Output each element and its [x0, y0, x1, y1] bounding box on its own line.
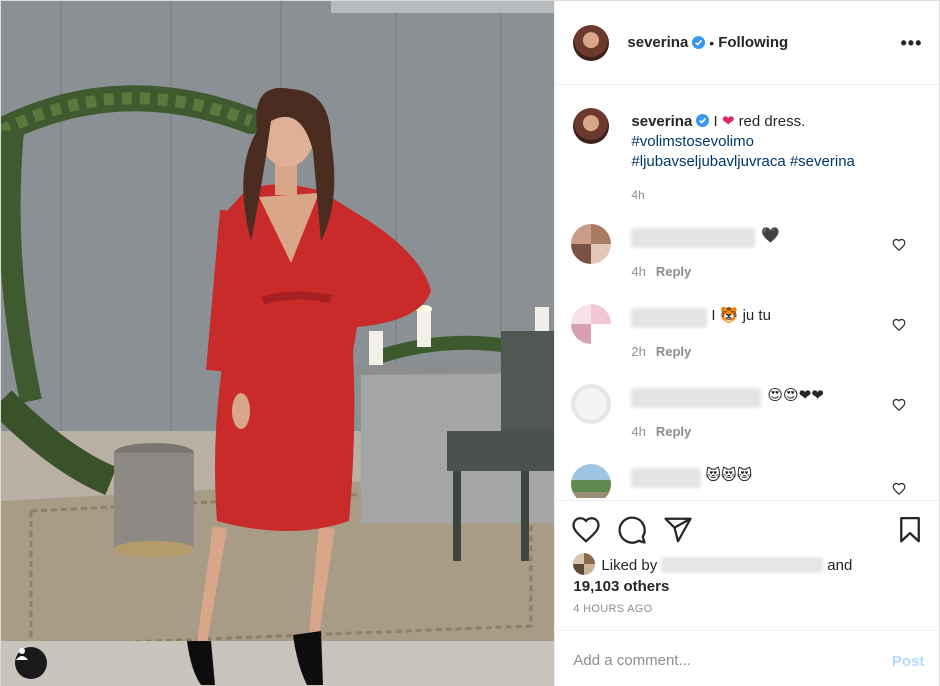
reply-button[interactable]: Reply [656, 264, 691, 279]
red-heart-emoji: ❤ [721, 113, 735, 130]
hashtag-link[interactable]: #ljubavseljubavljuvraca [631, 153, 785, 170]
comment-item: I 🐯 ju tu 2h Reply [555, 304, 940, 364]
comment-time[interactable]: 2h [631, 344, 645, 359]
blurred-liker-name[interactable] [661, 557, 824, 573]
reply-button[interactable]: Reply [656, 344, 691, 359]
likes-count[interactable]: 19,103 others [573, 578, 669, 595]
caption-author-avatar[interactable] [573, 108, 610, 144]
add-comment-bar: Post [555, 630, 940, 686]
liker-avatar[interactable] [573, 553, 596, 575]
comment-like-icon[interactable] [892, 398, 906, 412]
comment-like-icon[interactable] [892, 318, 906, 332]
commenter-avatar[interactable] [571, 384, 612, 424]
commenter-avatar[interactable] [571, 304, 612, 344]
comment-meta: 2h Reply [631, 344, 691, 359]
blurred-username[interactable] [631, 388, 762, 408]
caption-text: severina I ❤ red dress. #volimstosevolim… [631, 112, 921, 172]
comment-item: 😻😻😻 [555, 464, 940, 498]
hashtag-link[interactable]: #severina [790, 153, 855, 170]
paper-plane-icon[interactable] [663, 515, 693, 545]
commenter-avatar[interactable] [571, 464, 612, 498]
heart-outline-icon[interactable] [571, 515, 601, 545]
photo-illustration [1, 1, 555, 686]
caption-text-end: red dress. [738, 113, 806, 130]
post-photo[interactable] [1, 1, 555, 686]
more-options-icon[interactable]: ••• [901, 33, 923, 54]
verified-badge-icon [696, 114, 710, 127]
comment-text: I 🐯 ju tu [711, 307, 771, 324]
comment-meta: 4h Reply [631, 264, 691, 279]
commenter-avatar[interactable] [571, 224, 612, 264]
user-icon [16, 648, 28, 660]
instagram-post-modal: severina • Following ••• severina I ❤ re… [0, 0, 940, 686]
comment-meta: 4h Reply [631, 424, 691, 439]
liked-by: Liked by and 19,103 others [573, 553, 893, 597]
bookmark-icon[interactable] [895, 515, 925, 545]
comment-time[interactable]: 4h [631, 424, 645, 439]
follow-separator: • [709, 34, 715, 51]
blurred-username[interactable] [631, 228, 756, 248]
comments-list[interactable]: severina I ❤ red dress. #volimstosevolim… [555, 86, 940, 498]
author-avatar[interactable] [573, 24, 610, 61]
comment-text: 🖤 [761, 227, 781, 244]
following-button[interactable]: Following [718, 34, 788, 51]
comment-input[interactable] [573, 649, 864, 671]
comment-like-icon[interactable] [892, 482, 906, 496]
reply-button[interactable]: Reply [656, 424, 691, 439]
post-actions: Liked by and 19,103 others 4 HOURS AGO [555, 500, 940, 630]
comment-text: 😻😻😻 [705, 467, 753, 484]
post-timestamp[interactable]: 4 HOURS AGO [573, 603, 652, 615]
liked-by-and: and [827, 557, 853, 574]
caption-time[interactable]: 4h [631, 188, 644, 202]
hashtag-link[interactable]: #volimstosevolimo [631, 133, 754, 150]
caption-text-start: I [713, 113, 718, 130]
comment-item: 😍😍❤❤ 4h Reply [555, 384, 940, 444]
comment-text: 😍😍❤❤ [767, 387, 824, 404]
post-side-panel: severina • Following ••• severina I ❤ re… [554, 1, 940, 686]
caption-username[interactable]: severina [631, 113, 692, 130]
comment-bubble-icon[interactable] [617, 515, 647, 545]
post-header: severina • Following ••• [555, 1, 940, 85]
verified-badge-icon [692, 36, 706, 49]
tagged-people-button[interactable] [15, 647, 47, 679]
post-comment-button[interactable]: Post [892, 653, 925, 670]
comment-time[interactable]: 4h [631, 264, 645, 279]
blurred-username[interactable] [631, 308, 708, 328]
comment-item: 🖤 4h Reply [555, 224, 940, 284]
author-username[interactable]: severina [627, 34, 688, 51]
liked-by-prefix: Liked by [601, 557, 658, 574]
comment-like-icon[interactable] [892, 238, 906, 252]
blurred-username[interactable] [631, 468, 702, 488]
